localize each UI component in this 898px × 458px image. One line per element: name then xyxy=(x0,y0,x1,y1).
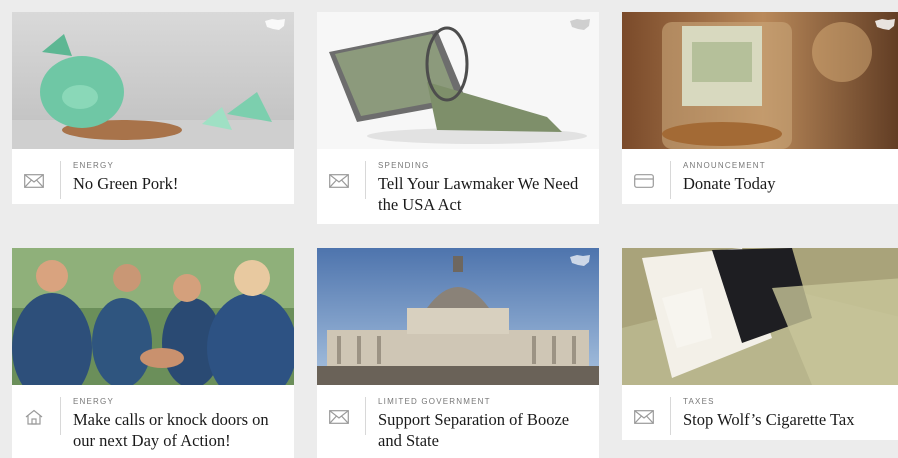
action-card-grid: ENERGY No Green Pork! SPENDING Tell Your… xyxy=(0,0,898,458)
card-title[interactable]: Support Separation of Booze and State xyxy=(378,409,587,451)
card-category: LIMITED GOVERNMENT xyxy=(378,397,491,406)
map-icon xyxy=(265,19,285,30)
card-category: TAXES xyxy=(683,397,715,406)
envelope-icon xyxy=(24,161,61,199)
card-image-money-jar[interactable] xyxy=(622,12,898,149)
action-card[interactable]: ANNOUNCEMENT Donate Today xyxy=(622,12,898,204)
card-image-piggy-bank[interactable] xyxy=(12,12,294,149)
action-card[interactable]: SPENDING Tell Your Lawmaker We Need the … xyxy=(317,12,599,224)
card-title[interactable]: Donate Today xyxy=(683,173,775,194)
card-title[interactable]: Stop Wolf’s Cigarette Tax xyxy=(683,409,855,430)
action-card[interactable]: LIMITED GOVERNMENT Support Separation of… xyxy=(317,248,599,458)
card-title[interactable]: Make calls or knock doors on our next Da… xyxy=(73,409,282,451)
home-icon xyxy=(24,397,61,435)
card-category: ENERGY xyxy=(73,161,114,170)
credit-card-icon xyxy=(634,161,671,199)
card-image-tax-money[interactable] xyxy=(622,248,898,385)
card-image-volunteers[interactable] xyxy=(12,248,294,385)
card-title[interactable]: No Green Pork! xyxy=(73,173,178,194)
card-category: ENERGY xyxy=(73,397,114,406)
envelope-icon xyxy=(329,397,366,435)
card-category: ANNOUNCEMENT xyxy=(683,161,766,170)
action-card[interactable]: ENERGY No Green Pork! xyxy=(12,12,294,204)
action-card[interactable]: TAXES Stop Wolf’s Cigarette Tax xyxy=(622,248,898,440)
envelope-icon xyxy=(329,161,366,199)
card-image-state-capitol[interactable] xyxy=(317,248,599,385)
card-category: SPENDING xyxy=(378,161,430,170)
envelope-icon xyxy=(634,397,671,435)
map-icon xyxy=(570,255,590,266)
map-icon xyxy=(570,19,590,30)
card-title[interactable]: Tell Your Lawmaker We Need the USA Act xyxy=(378,173,587,215)
map-icon xyxy=(875,19,895,30)
action-card[interactable]: ENERGY Make calls or knock doors on our … xyxy=(12,248,294,458)
card-image-money-bin[interactable] xyxy=(317,12,599,149)
